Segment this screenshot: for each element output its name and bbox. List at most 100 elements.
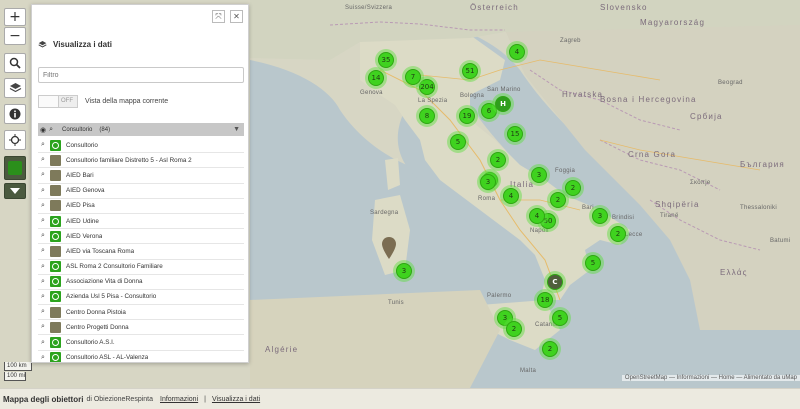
info-link[interactable]: Informazioni xyxy=(160,396,198,403)
caret-down-icon xyxy=(10,188,20,194)
map-cluster[interactable]: 14 xyxy=(365,67,387,89)
info-icon xyxy=(9,108,21,120)
zoom-to-feature-icon[interactable]: ⌕ xyxy=(38,308,48,316)
zoom-in-button[interactable]: + xyxy=(4,8,26,26)
list-item[interactable]: ⌕ ASL Roma 2 Consultorio Familiare xyxy=(38,260,244,275)
map-cluster[interactable]: 51 xyxy=(459,60,481,82)
layer-group-header[interactable]: ◉ ⌕ Consultorio (84) ▼ xyxy=(38,123,244,136)
map-label: Slovensko xyxy=(600,3,648,12)
map-cluster[interactable]: 2 xyxy=(503,318,525,340)
map-label: Shqipëria xyxy=(655,200,700,209)
list-item[interactable]: ⌕ Consultorio xyxy=(38,138,244,154)
list-item-label: Consultorio ASL - AL-Valenza xyxy=(66,354,149,362)
map-label: La Spezia xyxy=(418,98,448,104)
layers-button[interactable] xyxy=(4,78,26,98)
marker-icon xyxy=(50,306,61,318)
map-label: Ελλάς xyxy=(720,268,748,277)
list-item[interactable]: ⌕ Azienda Usl 5 Pisa - Consultorio xyxy=(38,290,244,306)
map-marker-c[interactable]: C xyxy=(544,271,566,293)
list-item[interactable]: ⌕ Consultorio A.S.I. xyxy=(38,335,244,351)
view-data-link[interactable]: Visualizza i dati xyxy=(212,396,260,403)
consultorio-marker-icon xyxy=(50,352,61,362)
map-cluster[interactable]: 4 xyxy=(500,185,522,207)
expand-panel-button[interactable]: ⤧ xyxy=(212,10,225,23)
close-panel-button[interactable]: ✕ xyxy=(230,10,243,23)
map-cluster[interactable]: 8 xyxy=(416,105,438,127)
map-attribution: OpenStreetMap — Informazioni — Home — Al… xyxy=(621,375,800,381)
zoom-to-feature-icon[interactable]: ⌕ xyxy=(38,171,48,179)
zoom-to-feature-icon[interactable]: ⌕ xyxy=(38,247,48,255)
map-cluster[interactable]: 2 xyxy=(607,223,629,245)
map-cluster[interactable]: 3 xyxy=(528,164,550,186)
zoom-to-feature-icon[interactable]: ⌕ xyxy=(38,156,48,164)
map-cluster[interactable]: 2 xyxy=(547,189,569,211)
map-cluster[interactable]: 5 xyxy=(549,307,571,329)
zoom-to-feature-icon[interactable]: ⌕ xyxy=(38,202,48,210)
list-item[interactable]: ⌕ Consultorio ASL - AL-Valenza xyxy=(38,351,244,362)
map-cluster[interactable]: 3 xyxy=(477,171,499,193)
map-cluster[interactable]: 15 xyxy=(504,123,526,145)
zoom-to-feature-icon[interactable]: ⌕ xyxy=(38,232,48,240)
zoom-to-feature-icon[interactable]: ⌕ xyxy=(38,263,48,271)
zoom-to-feature-icon[interactable]: ⌕ xyxy=(38,217,48,225)
zoom-to-feature-icon[interactable]: ⌕ xyxy=(38,278,48,286)
map-label: Bosna i Hercegovina xyxy=(600,95,697,104)
zoom-to-feature-icon[interactable]: ⌕ xyxy=(38,187,48,195)
list-item-label: Consultorio xyxy=(66,141,98,149)
collapse-icon[interactable]: ▼ xyxy=(233,126,240,133)
scale-km: 100 km xyxy=(4,362,32,371)
list-item-label: AIED Verona xyxy=(66,232,103,240)
map-cluster[interactable]: 19 xyxy=(456,105,478,127)
eye-icon[interactable]: ◉ xyxy=(40,126,46,134)
zoom-out-button[interactable]: − xyxy=(4,27,26,45)
zoom-to-feature-icon[interactable]: ⌕ xyxy=(38,141,48,149)
map-cluster[interactable]: 5 xyxy=(582,252,604,274)
zoom-to-feature-icon[interactable]: ⌕ xyxy=(38,293,48,301)
map-cluster[interactable]: 4 xyxy=(506,41,528,63)
search-icon[interactable]: ⌕ xyxy=(49,126,53,134)
map-label: Suisse/Svizzera xyxy=(345,5,393,11)
list-item[interactable]: ⌕ Centro Donna Pistoia xyxy=(38,305,244,321)
map-cluster[interactable]: 3 xyxy=(589,205,611,227)
map-pin-icon[interactable] xyxy=(382,237,396,259)
list-item[interactable]: ⌕ AIED Bari xyxy=(38,168,244,184)
map-cluster[interactable]: 7 xyxy=(402,66,424,88)
map-cluster[interactable]: 2 xyxy=(539,338,561,360)
list-item[interactable]: ⌕ AIED Verona xyxy=(38,229,244,245)
layers-icon xyxy=(38,41,47,48)
map-cluster[interactable]: 3 xyxy=(393,260,415,282)
map-cluster[interactable]: 2 xyxy=(487,149,509,171)
list-item-label: AIED Udine xyxy=(66,217,99,225)
map-label: Algérie xyxy=(265,345,299,354)
list-item-label: Azienda Usl 5 Pisa - Consultorio xyxy=(66,293,157,301)
info-button[interactable] xyxy=(4,104,26,124)
current-view-toggle[interactable]: OFF xyxy=(38,95,78,108)
list-item[interactable]: ⌕ AIED Pisa xyxy=(38,199,244,214)
consultorio-marker-icon xyxy=(50,291,61,303)
zoom-to-feature-icon[interactable]: ⌕ xyxy=(38,354,48,362)
list-item-label: Consultorio familiare Distretto 5 - Asl … xyxy=(66,156,192,164)
map-marker-h[interactable]: H xyxy=(492,93,514,115)
map-label: Thessaloniki xyxy=(740,205,777,211)
map-label: Beograd xyxy=(718,80,743,86)
map-label: Србија xyxy=(690,112,723,121)
map-cluster[interactable]: 5 xyxy=(447,131,469,153)
zoom-to-feature-icon[interactable]: ⌕ xyxy=(38,339,48,347)
list-item-label: AIED Pisa xyxy=(66,202,95,210)
search-icon xyxy=(9,57,21,69)
consultorio-marker-icon xyxy=(50,276,61,288)
list-item[interactable]: ⌕ AIED via Toscana Roma xyxy=(38,244,244,260)
more-button[interactable] xyxy=(4,183,26,199)
list-item[interactable]: ⌕ Consultorio familiare Distretto 5 - Asl… xyxy=(38,153,244,169)
locate-button[interactable] xyxy=(4,130,26,150)
zoom-to-feature-icon[interactable]: ⌕ xyxy=(38,323,48,331)
edit-icon xyxy=(8,161,22,175)
search-button[interactable] xyxy=(4,53,26,73)
list-item[interactable]: ⌕ AIED Genova xyxy=(38,184,244,199)
list-item[interactable]: ⌕ Associazione Vita di Donna xyxy=(38,275,244,290)
list-item[interactable]: ⌕ AIED Udine xyxy=(38,214,244,230)
filter-input[interactable] xyxy=(38,67,244,83)
map-cluster[interactable]: 4 xyxy=(526,205,548,227)
edit-button[interactable] xyxy=(4,156,26,180)
list-item[interactable]: ⌕ Centro Progetti Donna xyxy=(38,320,244,336)
